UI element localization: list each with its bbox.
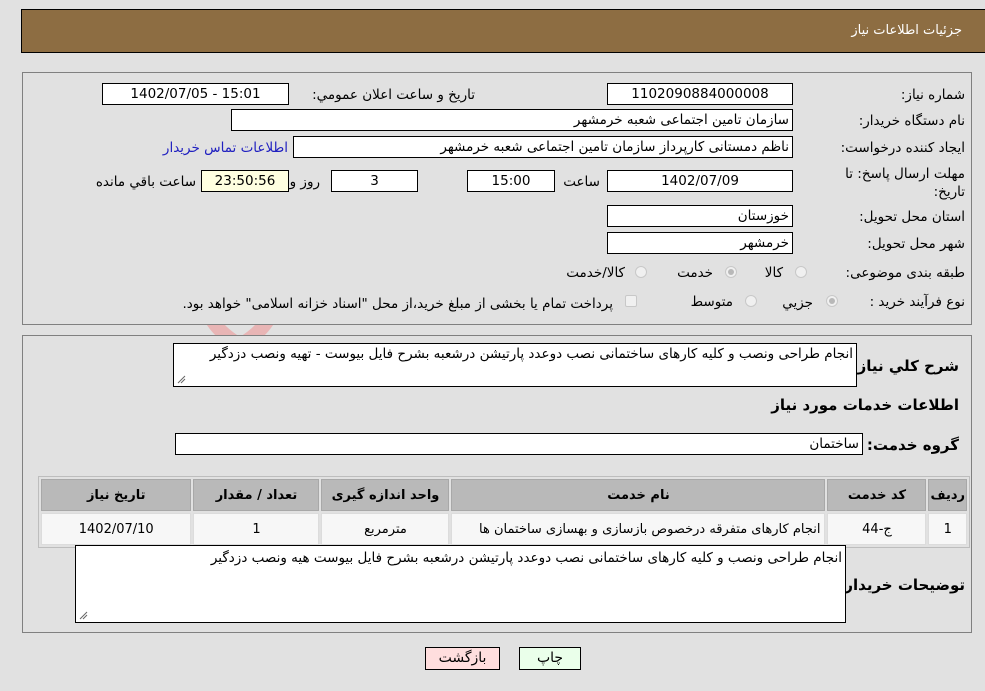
time-remaining-label: ساعت باقي مانده <box>95 174 196 190</box>
col-row-number: ردیف <box>928 479 967 511</box>
cell-quantity: 1 <box>193 513 320 545</box>
city-field[interactable]: خرمشهر <box>607 232 793 254</box>
summary-textarea[interactable]: انجام طراحی ونصب و کلیه کارهای ساختمانی … <box>173 343 857 387</box>
category-goods-label: کالا <box>764 265 783 281</box>
purchase-medium-label: متوسط <box>690 294 733 310</box>
buyer-org-label: نام دستگاه خریدار: <box>858 113 965 129</box>
requester-field[interactable]: ناظم دمستانی کارپرداز سازمان تامین اجتما… <box>293 136 793 158</box>
buyer-org-field[interactable]: سازمان تامین اجتماعی شعبه خرمشهر <box>231 109 793 131</box>
category-service-radio[interactable] <box>725 266 737 278</box>
category-goods-radio[interactable] <box>795 266 807 278</box>
purchase-medium-radio[interactable] <box>745 295 757 307</box>
summary-text: انجام طراحی ونصب و کلیه کارهای ساختمانی … <box>209 346 853 362</box>
buyer-notes-textarea[interactable]: انجام طراحی ونصب و کلیه کارهای ساختمانی … <box>75 545 846 623</box>
category-goods-service-radio[interactable] <box>635 266 647 278</box>
col-need-date: تاریخ نیاز <box>41 479 192 511</box>
services-table-wrap: ردیف کد خدمت نام خدمت واحد اندازه گیری ت… <box>38 476 970 548</box>
resize-grip-icon[interactable] <box>176 374 186 384</box>
service-group-field[interactable]: ساختمان <box>175 433 863 455</box>
cell-service-name: انجام کارهای متفرقه درخصوص بازسازی و بهس… <box>451 513 826 545</box>
page-header: جزئیات اطلاعات نیاز <box>21 9 985 53</box>
cell-row-number: 1 <box>928 513 967 545</box>
deadline-time-field[interactable]: 15:00 <box>467 170 555 192</box>
services-table: ردیف کد خدمت نام خدمت واحد اندازه گیری ت… <box>39 477 969 547</box>
time-remaining-field: 23:50:56 <box>201 170 289 192</box>
category-goods-service-label: کالا/خدمت <box>566 265 625 281</box>
page-title: جزئیات اطلاعات نیاز <box>851 23 962 38</box>
buyer-notes-label: توضیحات خریدار: <box>838 576 965 594</box>
announce-label: تاریخ و ساعت اعلان عمومي: <box>312 87 475 103</box>
table-row: 1 ج-44 انجام کارهای متفرقه درخصوص بازساز… <box>41 513 967 545</box>
services-section-title: اطلاعات خدمات مورد نیاز <box>771 396 959 414</box>
requester-label: ایجاد کننده درخواست: <box>840 140 965 156</box>
deadline-label: مهلت ارسال پاسخ: تا تاریخ: <box>845 166 965 200</box>
buyer-contact-link[interactable]: اطلاعات تماس خریدار <box>163 140 288 156</box>
purchase-type-label: نوع فرآیند خرید : <box>869 294 965 310</box>
deadline-time-label: ساعت <box>563 174 600 190</box>
purchase-minor-radio[interactable] <box>826 295 838 307</box>
province-field[interactable]: خوزستان <box>607 205 793 227</box>
province-label: استان محل تحویل: <box>859 209 965 225</box>
resize-grip-icon[interactable] <box>78 610 88 620</box>
city-label: شهر محل تحویل: <box>867 236 965 252</box>
category-label: طبقه بندی موضوعی: <box>845 265 965 281</box>
category-service-label: خدمت <box>677 265 713 281</box>
treasury-bonds-label: پرداخت تمام یا بخشی از مبلغ خرید،از محل … <box>182 296 613 312</box>
purchase-minor-label: جزيي <box>782 295 813 311</box>
print-button[interactable]: چاپ <box>519 647 581 670</box>
col-unit: واحد اندازه گیری <box>321 479 450 511</box>
deadline-date-field[interactable]: 1402/07/09 <box>607 170 793 192</box>
summary-label: شرح کلي نیاز: <box>851 357 959 375</box>
service-group-label: گروه خدمت: <box>866 436 959 454</box>
days-label: روز و <box>289 174 320 190</box>
announce-datetime-field[interactable]: 1402/07/05 - 15:01 <box>102 83 289 105</box>
col-quantity: تعداد / مقدار <box>193 479 320 511</box>
col-service-code: کد خدمت <box>827 479 927 511</box>
days-remaining-field[interactable]: 3 <box>331 170 418 192</box>
table-header-row: ردیف کد خدمت نام خدمت واحد اندازه گیری ت… <box>41 479 967 511</box>
cell-need-date: 1402/07/10 <box>41 513 192 545</box>
cell-service-code: ج-44 <box>827 513 927 545</box>
treasury-bonds-checkbox[interactable] <box>625 295 637 307</box>
need-number-label: شماره نیاز: <box>900 87 965 103</box>
col-service-name: نام خدمت <box>451 479 826 511</box>
back-button[interactable]: بازگشت <box>425 647 500 670</box>
cell-unit: مترمربع <box>321 513 450 545</box>
buyer-notes-text: انجام طراحی ونصب و کلیه کارهای ساختمانی … <box>210 550 842 566</box>
need-number-field[interactable]: 1102090884000008 <box>607 83 793 105</box>
